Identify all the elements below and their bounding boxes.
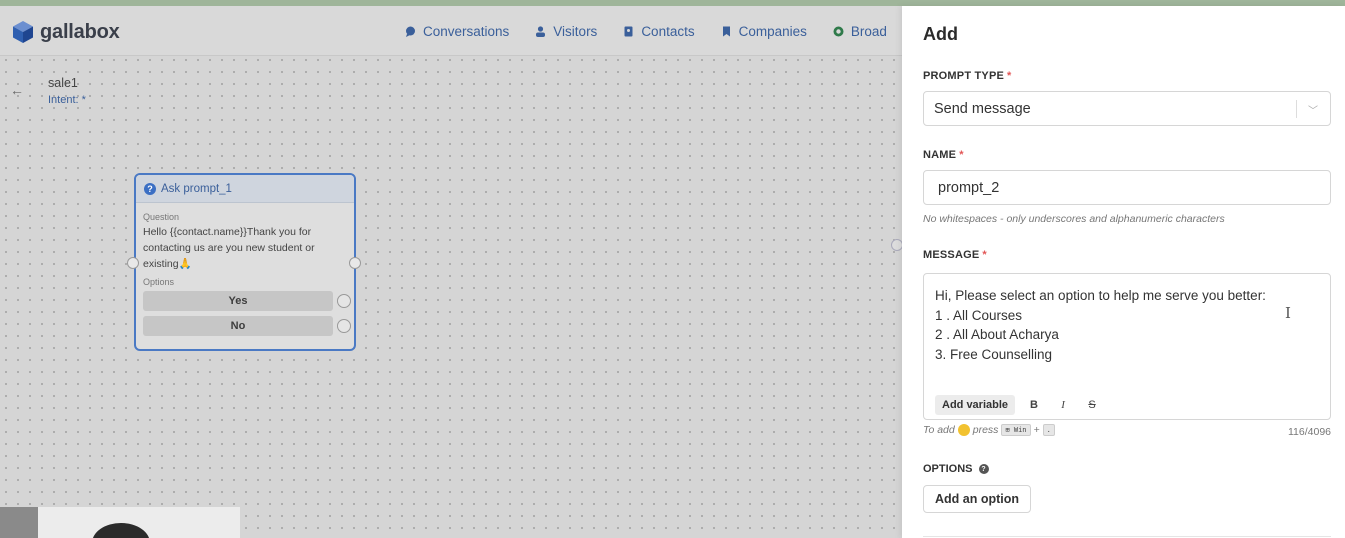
italic-button[interactable]: I — [1053, 399, 1073, 411]
node-option[interactable]: No — [136, 316, 354, 336]
required-mark: * — [959, 149, 964, 161]
ask-prompt-node[interactable]: ? Ask prompt_1 Question Hello {{contact.… — [134, 173, 356, 351]
nav-label: Conversations — [423, 23, 510, 39]
prompt-type-value: Send message — [934, 101, 1031, 117]
required-mark: * — [1007, 70, 1012, 82]
panel-title: Add — [923, 24, 958, 44]
webcam-overlay — [0, 507, 240, 538]
text-cursor-icon: I — [1285, 304, 1291, 322]
message-line: 2 . All About Acharya — [935, 327, 1059, 342]
contacts-book-icon — [624, 26, 633, 36]
nav-label: Visitors — [553, 23, 598, 39]
chat-bubble-icon — [406, 26, 415, 37]
message-line: 1 . All Courses — [935, 307, 1023, 323]
nav-conversations[interactable]: Conversations — [405, 24, 509, 39]
period-key: . — [1042, 424, 1055, 436]
strikethrough-button[interactable]: S — [1082, 399, 1102, 411]
logo-text: gallabox — [40, 20, 120, 43]
windows-key: ⊞ Win — [1001, 424, 1031, 436]
add-option-button[interactable]: Add an option — [923, 485, 1032, 513]
nav-label: Companies — [738, 23, 807, 39]
node-input-handle[interactable] — [127, 257, 139, 269]
message-label: MESSAGE * — [923, 249, 987, 261]
option-yes[interactable]: Yes — [143, 291, 333, 311]
whatsapp-icon — [833, 26, 844, 36]
bookmark-icon — [722, 26, 730, 36]
question-icon: ? — [144, 182, 156, 195]
gallabox-logo[interactable]: gallabox — [12, 20, 120, 44]
main-nav: Conversations Visitors Contacts Companie… — [405, 6, 887, 56]
plus-sign: + — [1033, 424, 1040, 436]
node-option[interactable]: Yes — [136, 291, 354, 311]
flow-intent[interactable]: Intent: * — [48, 94, 86, 106]
options-label: OPTIONS ? — [923, 463, 989, 475]
name-hint: No whitespaces - only underscores and al… — [923, 213, 1225, 225]
message-text[interactable]: Hi, Please select an option to help me s… — [924, 286, 1266, 364]
node-title: Ask prompt_1 — [161, 182, 232, 195]
option-connector-handle[interactable] — [337, 319, 351, 333]
info-icon[interactable]: ? — [978, 464, 989, 474]
flow-name: sale1 — [48, 76, 78, 90]
option-connector-handle[interactable] — [337, 294, 351, 308]
message-toolbar: Add variable B I S — [935, 395, 1102, 415]
person-icon — [536, 25, 546, 37]
nav-label: Contacts — [641, 23, 695, 39]
smiley-icon — [957, 424, 970, 436]
nav-companies[interactable]: Companies — [721, 24, 807, 39]
question-line: existing🙏 — [143, 258, 192, 270]
nav-broadcast[interactable]: Broad — [833, 24, 887, 39]
webcam-person — [92, 523, 150, 538]
prompt-type-label: PROMPT TYPE * — [923, 70, 1012, 82]
webcam-background — [0, 507, 38, 538]
node-header: ? Ask prompt_1 — [136, 175, 354, 203]
flow-builder-canvas[interactable]: gallabox Conversations Visitors Contacts… — [0, 6, 903, 538]
message-line: Hi, Please select an option to help me s… — [935, 288, 1266, 303]
add-variable-button[interactable]: Add variable — [935, 395, 1016, 415]
option-no[interactable]: No — [143, 316, 333, 336]
question-label: Question — [143, 212, 180, 222]
name-field[interactable]: prompt_2 — [923, 170, 1331, 205]
emoji-hint: To add press ⊞ Win + . — [923, 424, 1055, 436]
bold-button[interactable]: B — [1024, 399, 1044, 411]
name-label: NAME * — [923, 149, 964, 161]
label-text: MESSAGE — [923, 249, 980, 261]
question-text: Hello {{contact.name}}Thank you for cont… — [136, 222, 354, 272]
node-output-handle[interactable] — [349, 257, 361, 269]
nav-visitors[interactable]: Visitors — [535, 24, 597, 39]
label-text: PROMPT TYPE — [923, 70, 1005, 82]
message-line: 3. Free Counselling — [935, 346, 1053, 362]
label-text: OPTIONS — [923, 463, 973, 475]
select-separator — [1296, 100, 1297, 118]
cube-logo-icon — [13, 21, 33, 43]
character-counter: 116/4096 — [1287, 426, 1331, 438]
question-line: Hello {{contact.name}}Thank you for — [143, 226, 312, 238]
label-text: NAME — [923, 149, 957, 161]
prompt-type-select[interactable]: Send message ﹀ — [923, 91, 1331, 126]
back-arrow-icon[interactable]: ← — [10, 82, 24, 98]
top-navbar: gallabox Conversations Visitors Contacts… — [0, 6, 902, 56]
nav-contacts[interactable]: Contacts — [623, 23, 695, 39]
emoji-hint-press: press — [972, 424, 999, 436]
message-editor[interactable]: Hi, Please select an option to help me s… — [923, 273, 1331, 420]
options-label: Options — [143, 277, 175, 287]
required-mark: * — [982, 249, 987, 261]
emoji-hint-prefix: To add — [923, 424, 955, 436]
divider — [923, 536, 1331, 537]
nav-label: Broad — [850, 23, 887, 39]
add-prompt-panel: Add PROMPT TYPE * Send message ﹀ NAME * pr… — [902, 6, 1345, 538]
chevron-down-icon[interactable]: ﹀ — [1308, 102, 1318, 117]
question-line: contacting us are you new student or — [143, 242, 315, 254]
